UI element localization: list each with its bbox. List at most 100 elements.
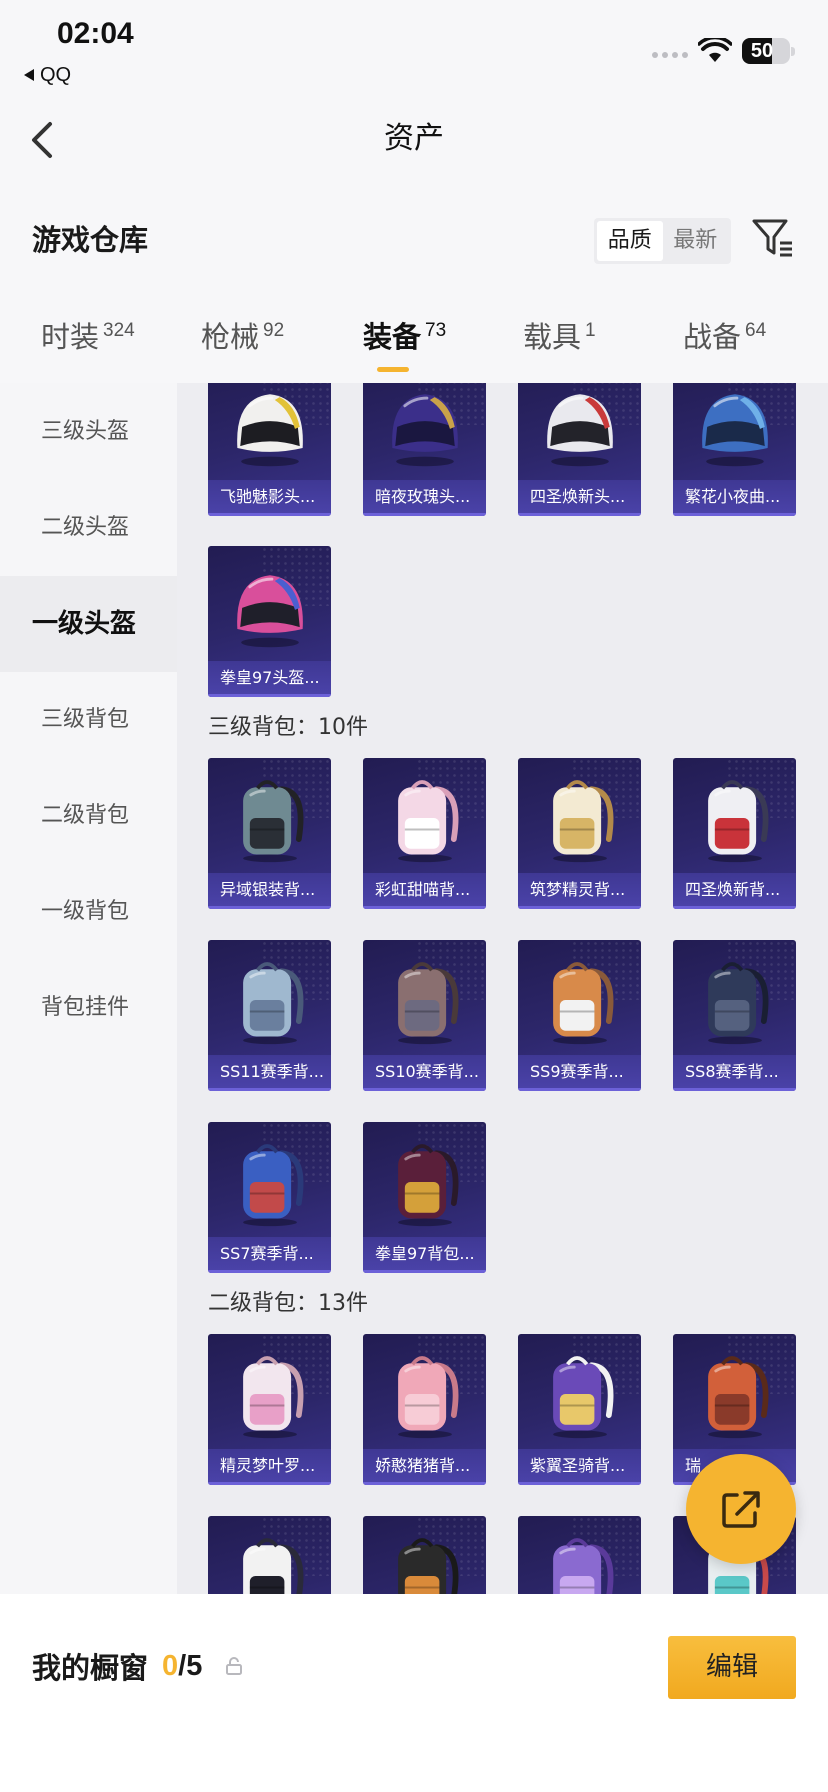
item-name: SS7赛季背... xyxy=(208,1237,331,1273)
tab-count: 1 xyxy=(585,320,596,341)
tab-count: 324 xyxy=(103,320,135,341)
item-card[interactable]: 异域银装背... xyxy=(208,758,331,909)
backpack-icon xyxy=(222,1134,318,1230)
item-card[interactable]: 彩虹甜喵背... xyxy=(363,758,486,909)
item-name: 飞驰魅影头... xyxy=(208,480,331,516)
item-card[interactable]: 四圣焕新背... xyxy=(673,758,796,909)
tab-fashion[interactable]: 时装 324 xyxy=(41,319,135,355)
item-card[interactable]: SS8赛季背... xyxy=(673,940,796,1091)
tab-firearms[interactable]: 枪械 92 xyxy=(201,319,284,355)
helmet-icon xyxy=(222,383,318,473)
backpack-icon xyxy=(377,1346,473,1442)
showcase-total: /5 xyxy=(178,1649,203,1682)
page-title: 资产 xyxy=(384,121,444,156)
item-name: SS9赛季背... xyxy=(518,1055,641,1091)
item-card[interactable]: 暗夜玫瑰头... xyxy=(363,383,486,516)
item-card[interactable]: SS7赛季背... xyxy=(208,1122,331,1273)
active-tab-indicator xyxy=(377,367,409,372)
backpack-icon xyxy=(687,952,783,1048)
sort-quality[interactable]: 品质 xyxy=(597,221,663,261)
section-header: 三级背包：10件 xyxy=(208,715,368,740)
item-name: SS10赛季背... xyxy=(363,1055,486,1091)
item-card[interactable]: 繁花小夜曲... xyxy=(673,383,796,516)
item-name: 娇憨猪猪背... xyxy=(363,1449,486,1485)
item-card[interactable]: 四圣焕新头... xyxy=(518,383,641,516)
item-name: 异域银装背... xyxy=(208,873,331,909)
backpack-icon xyxy=(687,770,783,866)
item-card[interactable] xyxy=(363,1516,486,1594)
item-card[interactable]: 飞驰魅影头... xyxy=(208,383,331,516)
backpack-icon xyxy=(377,1528,473,1594)
category-sidebar: 三级头盔 二级头盔 一级头盔 三级背包 二级背包 一级背包 背包挂件 xyxy=(0,383,177,1594)
item-name: 四圣焕新头... xyxy=(518,480,641,516)
back-arrow-icon xyxy=(24,69,34,81)
status-time: 02:04 xyxy=(57,17,134,50)
backpack-icon xyxy=(222,770,318,866)
sort-newest[interactable]: 最新 xyxy=(663,221,729,261)
backpack-icon xyxy=(532,1528,628,1594)
item-card[interactable]: SS9赛季背... xyxy=(518,940,641,1091)
battery-level: 50 xyxy=(750,40,774,62)
sidebar-item-level2-backpack[interactable]: 二级背包 xyxy=(0,768,177,864)
back-app-label: QQ xyxy=(40,64,72,86)
tab-count: 73 xyxy=(425,320,447,341)
warehouse-title: 游戏仓库 xyxy=(32,223,149,257)
sidebar-item-level3-backpack[interactable]: 三级背包 xyxy=(0,672,177,768)
tab-equipment[interactable]: 装备 73 xyxy=(363,319,446,355)
sidebar-item-backpack-charm[interactable]: 背包挂件 xyxy=(0,960,177,1056)
item-card[interactable]: SS10赛季背... xyxy=(363,940,486,1091)
tab-count: 92 xyxy=(263,320,285,341)
backpack-icon xyxy=(222,1346,318,1442)
sidebar-item-level2-helmet[interactable]: 二级头盔 xyxy=(0,480,177,576)
app-screen: 02:04 QQ 50 资产 游戏仓库 品质 最新 时装 324 枪械 92 装备 7… xyxy=(0,0,828,1792)
item-card[interactable]: 筑梦精灵背... xyxy=(518,758,641,909)
edit-button[interactable]: 编辑 xyxy=(668,1636,796,1699)
item-name: 拳皇97背包... xyxy=(363,1237,486,1273)
sidebar-item-level1-backpack[interactable]: 一级背包 xyxy=(0,864,177,960)
item-name: 拳皇97头盔... xyxy=(208,661,331,697)
item-card[interactable]: 紫翼圣骑背... xyxy=(518,1334,641,1485)
helmet-icon xyxy=(532,383,628,473)
wifi-icon xyxy=(698,38,732,62)
backpack-icon xyxy=(377,952,473,1048)
backpack-icon xyxy=(532,770,628,866)
item-grid: 飞驰魅影头... 暗夜玫瑰头... 四圣焕新头... 繁花小夜曲... 拳皇97… xyxy=(208,383,796,697)
battery-icon: 50 xyxy=(742,38,790,64)
share-fab[interactable] xyxy=(686,1454,796,1564)
item-card[interactable]: 拳皇97背包... xyxy=(363,1122,486,1273)
item-card[interactable]: 娇憨猪猪背... xyxy=(363,1334,486,1485)
backpack-icon xyxy=(222,1528,318,1594)
external-link-icon xyxy=(722,1491,760,1528)
tab-label: 时装 xyxy=(41,320,100,354)
backpack-icon xyxy=(377,1134,473,1230)
item-name: SS8赛季背... xyxy=(673,1055,796,1091)
backpack-icon xyxy=(222,952,318,1048)
backpack-icon xyxy=(532,952,628,1048)
backpack-icon xyxy=(532,1346,628,1442)
tab-label: 枪械 xyxy=(201,320,260,354)
item-name: 四圣焕新背... xyxy=(673,873,796,909)
showcase-used-count: 0 xyxy=(162,1649,179,1682)
lock-icon xyxy=(226,1657,243,1675)
filter-icon[interactable] xyxy=(750,215,794,259)
back-to-app[interactable]: QQ xyxy=(24,63,71,87)
item-name: SS11赛季背... xyxy=(208,1055,331,1091)
item-name: 繁花小夜曲... xyxy=(673,480,796,516)
item-card[interactable] xyxy=(208,1516,331,1594)
item-list[interactable]: 飞驰魅影头... 暗夜玫瑰头... 四圣焕新头... 繁花小夜曲... 拳皇97… xyxy=(177,383,828,1594)
showcase-bar: 我的橱窗 0 /5 编辑 xyxy=(0,1594,828,1792)
item-card[interactable]: 拳皇97头盔... xyxy=(208,546,331,697)
item-card[interactable]: SS11赛季背... xyxy=(208,940,331,1091)
sidebar-item-level1-helmet[interactable]: 一级头盔 xyxy=(0,576,177,672)
signal-icon xyxy=(652,52,688,58)
tab-supplies[interactable]: 战备 64 xyxy=(683,319,766,355)
item-name: 紫翼圣骑背... xyxy=(518,1449,641,1485)
tab-vehicles[interactable]: 载具 1 xyxy=(523,319,596,355)
sidebar-item-level3-helmet[interactable]: 三级头盔 xyxy=(0,384,177,480)
item-card[interactable] xyxy=(518,1516,641,1594)
item-name: 暗夜玫瑰头... xyxy=(363,480,486,516)
tab-label: 战备 xyxy=(683,320,742,354)
item-card[interactable]: 精灵梦叶罗... xyxy=(208,1334,331,1485)
sort-toggle: 品质 最新 xyxy=(594,218,731,264)
backpack-icon xyxy=(687,1346,783,1442)
